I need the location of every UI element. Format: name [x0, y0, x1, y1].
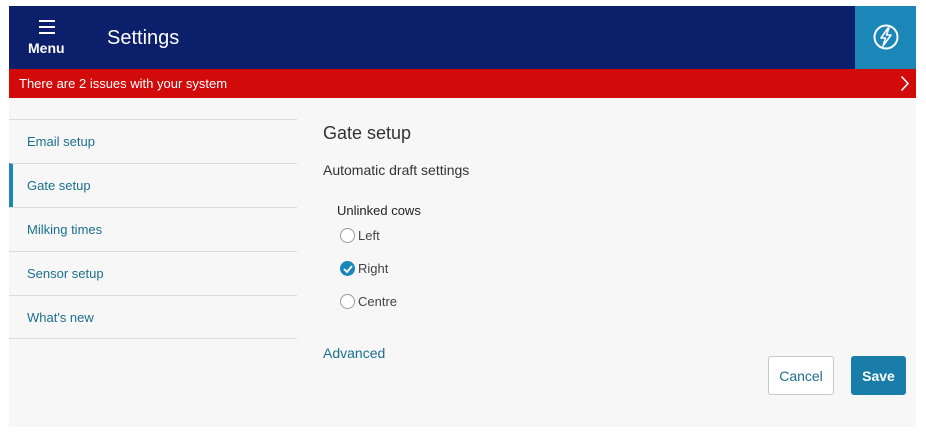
settings-sidebar: Email setup Gate setup Milking times Sen…: [9, 119, 297, 339]
sidebar-item-milking-times[interactable]: Milking times: [9, 207, 297, 251]
sidebar-item-label: Gate setup: [27, 178, 91, 193]
sidebar-item-email-setup[interactable]: Email setup: [9, 119, 297, 163]
menu-button[interactable]: Menu: [23, 14, 71, 64]
sidebar-item-label: What's new: [27, 310, 94, 325]
sidebar-item-label: Email setup: [27, 134, 95, 149]
advanced-link[interactable]: Advanced: [323, 345, 385, 361]
radio-label: Right: [358, 261, 389, 276]
hamburger-icon: [39, 20, 55, 34]
sidebar-item-label: Sensor setup: [27, 266, 104, 281]
lightning-bolt-icon: [873, 24, 899, 50]
radio-unchecked-icon: [340, 228, 355, 243]
radio-unchecked-icon: [340, 294, 355, 309]
checkmark-icon: [343, 265, 353, 273]
sidebar-item-sensor-setup[interactable]: Sensor setup: [9, 251, 297, 295]
lightning-action-button[interactable]: [855, 6, 916, 69]
menu-label: Menu: [28, 40, 65, 56]
page-title: Settings: [107, 27, 180, 49]
top-bar: Menu Settings: [9, 6, 916, 69]
save-button[interactable]: Save: [851, 356, 906, 395]
section-title: Gate setup: [323, 123, 412, 143]
unlinked-cows-label: Unlinked cows: [337, 203, 421, 218]
sidebar-item-gate-setup[interactable]: Gate setup: [9, 163, 297, 207]
radio-label: Centre: [358, 294, 398, 309]
chevron-right-icon: [900, 75, 910, 92]
app-window: Menu Settings There are 2 issues with yo…: [9, 6, 916, 427]
sidebar-item-whats-new[interactable]: What's new: [9, 295, 297, 339]
radio-checked-icon: [340, 261, 355, 276]
cancel-button[interactable]: Cancel: [768, 356, 834, 395]
system-issues-alert[interactable]: There are 2 issues with your system: [9, 69, 916, 98]
sidebar-item-label: Milking times: [27, 222, 103, 237]
alert-text: There are 2 issues with your system: [19, 76, 228, 91]
radio-label: Left: [358, 228, 380, 243]
subsection-title: Automatic draft settings: [323, 162, 470, 178]
